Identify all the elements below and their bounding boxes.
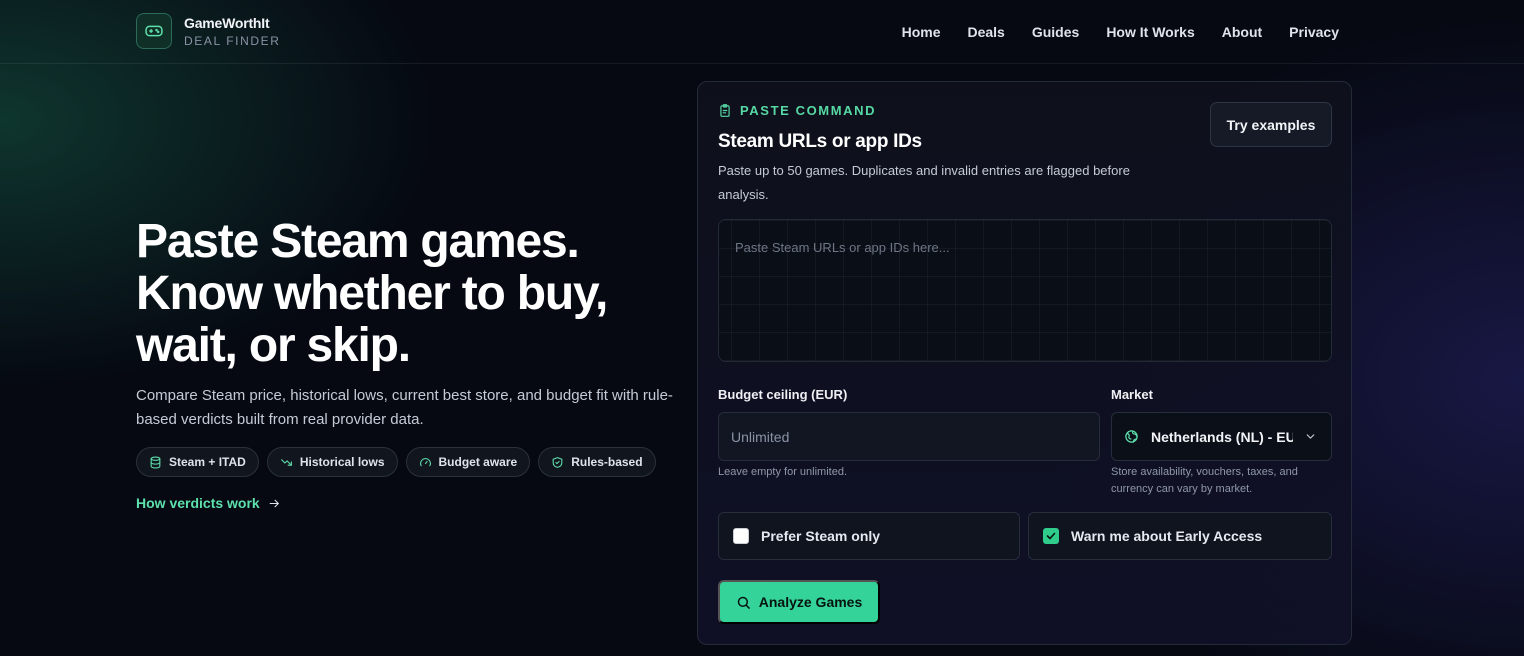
budget-label: Budget ceiling (EUR) <box>718 387 848 402</box>
budget-input[interactable] <box>718 412 1100 461</box>
hero-title: Paste Steam games. Know whether to buy, … <box>136 216 696 372</box>
chip-steam-itad: Steam + ITAD <box>136 447 259 477</box>
feature-chips: Steam + ITAD Historical lows Budget awar… <box>136 447 664 477</box>
steam-urls-textarea[interactable] <box>718 219 1332 362</box>
market-hint: Store availability, vouchers, taxes, and… <box>1111 466 1298 495</box>
budget-hint: Leave empty for unlimited. <box>718 466 848 478</box>
main-nav: Home Deals Guides How It Works About Pri… <box>875 22 1339 42</box>
card-description: Paste up to 50 games. Duplicates and inv… <box>718 163 1130 202</box>
shield-check-icon <box>552 456 563 468</box>
nav-deals[interactable]: Deals <box>967 22 1004 42</box>
card-eyebrow: PASTE COMMAND <box>718 103 876 118</box>
chip-label: Historical lows <box>299 455 385 469</box>
gamepad-icon <box>136 13 172 49</box>
chevron-down-icon <box>1306 434 1315 439</box>
prefer-steam-checkbox[interactable] <box>733 528 749 544</box>
eyebrow-label: PASTE COMMAND <box>740 103 877 118</box>
arrow-right-icon <box>269 499 279 507</box>
globe-icon <box>1125 430 1138 443</box>
brand-subtitle: DEAL FINDER <box>184 34 281 48</box>
brand[interactable]: GameWorthIt DEAL FINDER <box>136 13 281 49</box>
prefer-steam-label: Prefer Steam only <box>761 528 881 544</box>
how-verdicts-work-link[interactable]: How verdicts work <box>136 495 281 511</box>
hero-title-line: Paste Steam games. <box>136 215 580 268</box>
try-examples-button[interactable]: Try examples <box>1210 102 1332 147</box>
early-access-checkbox[interactable] <box>1043 528 1059 544</box>
chip-rules-based: Rules-based <box>538 447 656 477</box>
early-access-label: Warn me about Early Access <box>1071 528 1263 544</box>
clipboard-icon <box>720 104 730 117</box>
check-icon <box>1046 532 1056 540</box>
nav-guides[interactable]: Guides <box>1032 22 1079 42</box>
link-label: How verdicts work <box>136 495 260 511</box>
hero-title-line: wait, or skip. <box>136 319 411 372</box>
hero-title-line: Know whether to buy, <box>136 267 608 320</box>
nav-home[interactable]: Home <box>902 22 941 42</box>
nav-how-it-works[interactable]: How It Works <box>1106 22 1194 42</box>
nav-privacy[interactable]: Privacy <box>1289 22 1339 42</box>
chip-label: Rules-based <box>571 455 643 469</box>
chip-budget-aware: Budget aware <box>405 447 531 477</box>
chip-label: Budget aware <box>438 455 518 469</box>
hero-description: Compare Steam price, historical lows, cu… <box>136 387 673 428</box>
card-title: Steam URLs or app IDs <box>718 131 922 152</box>
market-label: Market <box>1111 387 1153 402</box>
prefer-steam-toggle[interactable]: Prefer Steam only <box>718 512 1020 560</box>
database-icon <box>150 456 161 468</box>
trending-down-icon <box>280 458 292 466</box>
gauge-icon <box>419 457 431 466</box>
search-icon <box>737 596 750 609</box>
paste-command-card: PASTE COMMAND Steam URLs or app IDs Past… <box>697 81 1352 645</box>
analyze-games-button[interactable]: Analyze Games <box>718 580 880 624</box>
market-value: Netherlands (NL) - EUR <box>1151 428 1293 445</box>
chip-historical-lows: Historical lows <box>266 447 398 477</box>
early-access-toggle[interactable]: Warn me about Early Access <box>1028 512 1332 560</box>
nav-about[interactable]: About <box>1222 22 1262 42</box>
brand-name: GameWorthIt <box>184 15 270 31</box>
market-select[interactable]: Netherlands (NL) - EUR <box>1111 412 1332 461</box>
chip-label: Steam + ITAD <box>169 455 246 469</box>
site-header: GameWorthIt DEAL FINDER Home Deals Guide… <box>0 0 1524 64</box>
analyze-label: Analyze Games <box>758 594 863 610</box>
